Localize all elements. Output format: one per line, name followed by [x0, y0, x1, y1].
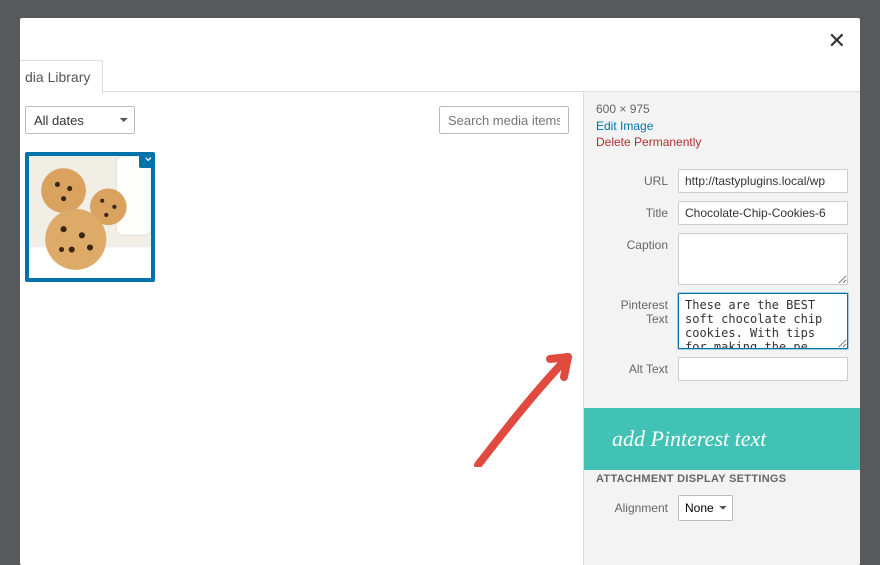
title-label: Title — [596, 201, 678, 220]
alt-text-label: Alt Text — [596, 357, 678, 376]
tab-bar: dia Library — [20, 18, 860, 92]
edit-image-link[interactable]: Edit Image — [596, 119, 848, 133]
caption-label: Caption — [596, 233, 678, 252]
url-label: URL — [596, 169, 678, 188]
alt-text-field[interactable] — [678, 357, 848, 381]
alignment-label: Alignment — [596, 501, 678, 515]
tab-media-library[interactable]: dia Library — [20, 60, 103, 94]
media-modal: ✕ dia Library All dates — [20, 18, 860, 565]
pinterest-text-label: Pinterest Text — [596, 293, 678, 326]
selected-check-icon — [139, 152, 155, 168]
attachment-details-panel: 600 × 975 Edit Image Delete Permanently … — [583, 92, 860, 565]
delete-permanently-link[interactable]: Delete Permanently — [596, 135, 848, 149]
url-field[interactable] — [678, 169, 848, 193]
search-input[interactable] — [439, 106, 569, 134]
media-thumbnail[interactable] — [25, 152, 155, 282]
media-grid-panel: All dates — [20, 92, 583, 565]
caption-field[interactable] — [678, 233, 848, 285]
callout-banner: add Pinterest text — [584, 408, 860, 470]
alignment-select[interactable]: None — [678, 495, 733, 521]
date-filter-select[interactable]: All dates — [25, 106, 135, 134]
display-settings-heading: ATTACHMENT DISPLAY SETTINGS — [596, 473, 848, 485]
cookie-thumbnail-image — [29, 156, 151, 278]
image-dimensions: 600 × 975 — [596, 102, 848, 116]
title-field[interactable] — [678, 201, 848, 225]
pinterest-text-field[interactable]: These are the BEST soft chocolate chip c… — [678, 293, 848, 349]
annotation-arrow — [460, 327, 580, 467]
